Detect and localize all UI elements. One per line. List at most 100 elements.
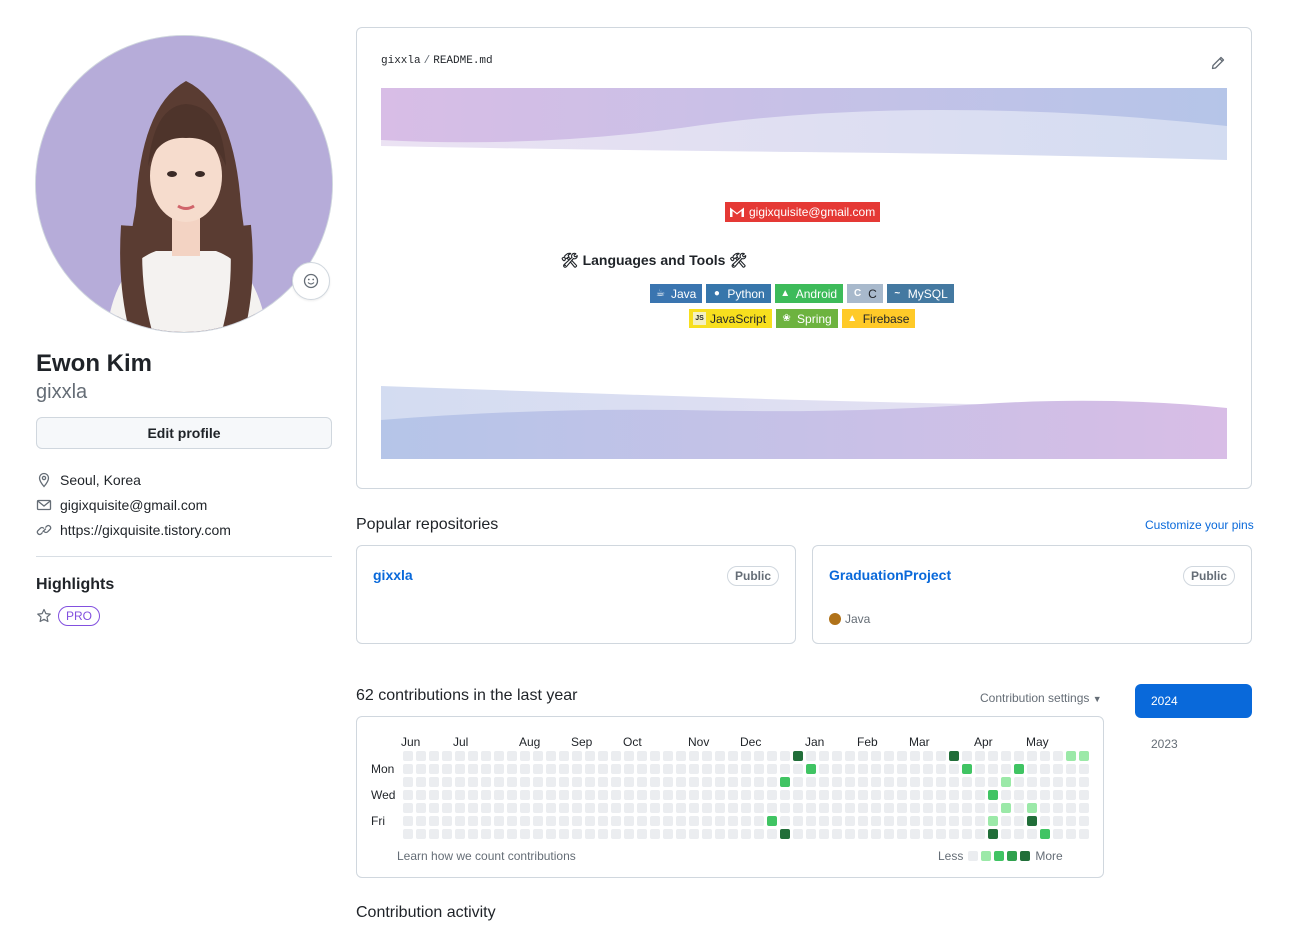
contribution-day-cell[interactable] bbox=[1040, 803, 1050, 813]
android-badge[interactable]: ▲ Android bbox=[774, 284, 844, 303]
contribution-day-cell[interactable] bbox=[858, 777, 868, 787]
contribution-day-cell[interactable] bbox=[728, 816, 738, 826]
contribution-day-cell[interactable] bbox=[845, 777, 855, 787]
contribution-day-cell[interactable] bbox=[832, 777, 842, 787]
contribution-day-cell[interactable] bbox=[975, 777, 985, 787]
contribution-day-cell[interactable] bbox=[806, 829, 816, 839]
contribution-day-cell[interactable] bbox=[533, 829, 543, 839]
contribution-day-cell[interactable] bbox=[494, 751, 504, 761]
profile-avatar[interactable] bbox=[35, 35, 333, 333]
contribution-day-cell[interactable] bbox=[819, 777, 829, 787]
contribution-day-cell[interactable] bbox=[1079, 816, 1089, 826]
contribution-day-cell[interactable] bbox=[728, 803, 738, 813]
contribution-day-cell[interactable] bbox=[806, 790, 816, 800]
contribution-day-cell[interactable] bbox=[494, 777, 504, 787]
contribution-day-cell[interactable] bbox=[949, 790, 959, 800]
contribution-day-cell[interactable] bbox=[676, 803, 686, 813]
contribution-day-cell[interactable] bbox=[468, 764, 478, 774]
contribution-day-cell[interactable] bbox=[1014, 790, 1024, 800]
contribution-day-cell[interactable] bbox=[520, 803, 530, 813]
contribution-day-cell[interactable] bbox=[975, 816, 985, 826]
contribution-day-cell[interactable] bbox=[871, 777, 881, 787]
contribution-day-cell[interactable] bbox=[910, 764, 920, 774]
contribution-day-cell[interactable] bbox=[1014, 816, 1024, 826]
contribution-day-cell[interactable] bbox=[806, 816, 816, 826]
contribution-day-cell[interactable] bbox=[455, 803, 465, 813]
contribution-day-cell[interactable] bbox=[884, 803, 894, 813]
contribution-day-cell[interactable] bbox=[403, 777, 413, 787]
contribution-day-cell[interactable] bbox=[494, 803, 504, 813]
contribution-day-cell[interactable] bbox=[650, 790, 660, 800]
contribution-day-cell[interactable] bbox=[767, 790, 777, 800]
contribution-day-cell[interactable] bbox=[481, 751, 491, 761]
contribution-day-cell[interactable] bbox=[962, 751, 972, 761]
contribution-day-cell[interactable] bbox=[572, 751, 582, 761]
contribution-day-cell[interactable] bbox=[598, 751, 608, 761]
contribution-day-cell[interactable] bbox=[767, 829, 777, 839]
contribution-day-cell[interactable] bbox=[949, 777, 959, 787]
contribution-day-cell[interactable] bbox=[650, 777, 660, 787]
contribution-day-cell[interactable] bbox=[598, 816, 608, 826]
contribution-day-cell[interactable] bbox=[533, 790, 543, 800]
contribution-day-cell[interactable] bbox=[832, 829, 842, 839]
email-link[interactable]: gigixquisite@gmail.com bbox=[60, 497, 207, 513]
contribution-day-cell[interactable] bbox=[455, 816, 465, 826]
contribution-day-cell[interactable] bbox=[585, 803, 595, 813]
contribution-day-cell[interactable] bbox=[702, 764, 712, 774]
contribution-day-cell[interactable] bbox=[624, 764, 634, 774]
contribution-day-cell[interactable] bbox=[1014, 764, 1024, 774]
contribution-day-cell[interactable] bbox=[585, 816, 595, 826]
contribution-day-cell[interactable] bbox=[689, 803, 699, 813]
contribution-day-cell[interactable] bbox=[481, 829, 491, 839]
contribution-day-cell[interactable] bbox=[871, 764, 881, 774]
contribution-day-cell[interactable] bbox=[1066, 816, 1076, 826]
contribution-day-cell[interactable] bbox=[572, 829, 582, 839]
contribution-day-cell[interactable] bbox=[936, 777, 946, 787]
contribution-day-cell[interactable] bbox=[533, 751, 543, 761]
contribution-day-cell[interactable] bbox=[689, 764, 699, 774]
contribution-day-cell[interactable] bbox=[819, 816, 829, 826]
contribution-day-cell[interactable] bbox=[442, 764, 452, 774]
contribution-day-cell[interactable] bbox=[1040, 829, 1050, 839]
contribution-day-cell[interactable] bbox=[728, 777, 738, 787]
contribution-day-cell[interactable] bbox=[871, 816, 881, 826]
contribution-day-cell[interactable] bbox=[403, 829, 413, 839]
contribution-day-cell[interactable] bbox=[494, 764, 504, 774]
contribution-day-cell[interactable] bbox=[988, 777, 998, 787]
contribution-day-cell[interactable] bbox=[481, 764, 491, 774]
contribution-day-cell[interactable] bbox=[975, 790, 985, 800]
contribution-day-cell[interactable] bbox=[702, 829, 712, 839]
contribution-day-cell[interactable] bbox=[884, 751, 894, 761]
contribution-day-cell[interactable] bbox=[728, 829, 738, 839]
contribution-day-cell[interactable] bbox=[1014, 777, 1024, 787]
contribution-day-cell[interactable] bbox=[845, 764, 855, 774]
contribution-day-cell[interactable] bbox=[767, 816, 777, 826]
contribution-day-cell[interactable] bbox=[910, 790, 920, 800]
contribution-day-cell[interactable] bbox=[923, 803, 933, 813]
contribution-day-cell[interactable] bbox=[1066, 829, 1076, 839]
contribution-day-cell[interactable] bbox=[780, 764, 790, 774]
contribution-day-cell[interactable] bbox=[715, 777, 725, 787]
contribution-day-cell[interactable] bbox=[1066, 777, 1076, 787]
contribution-day-cell[interactable] bbox=[910, 829, 920, 839]
spring-badge[interactable]: ❀ Spring bbox=[776, 309, 838, 328]
contribution-day-cell[interactable] bbox=[884, 764, 894, 774]
contribution-day-cell[interactable] bbox=[611, 829, 621, 839]
contribution-day-cell[interactable] bbox=[1001, 816, 1011, 826]
contribution-day-cell[interactable] bbox=[754, 777, 764, 787]
contribution-day-cell[interactable] bbox=[520, 829, 530, 839]
contribution-day-cell[interactable] bbox=[689, 829, 699, 839]
contribution-day-cell[interactable] bbox=[936, 790, 946, 800]
firebase-badge[interactable]: ▲ Firebase bbox=[841, 309, 916, 328]
contribution-day-cell[interactable] bbox=[559, 829, 569, 839]
contribution-day-cell[interactable] bbox=[442, 790, 452, 800]
contribution-day-cell[interactable] bbox=[949, 816, 959, 826]
contribution-day-cell[interactable] bbox=[468, 790, 478, 800]
contribution-day-cell[interactable] bbox=[897, 803, 907, 813]
contribution-day-cell[interactable] bbox=[923, 790, 933, 800]
contribution-day-cell[interactable] bbox=[1066, 751, 1076, 761]
contribution-day-cell[interactable] bbox=[507, 764, 517, 774]
contribution-day-cell[interactable] bbox=[1040, 764, 1050, 774]
contribution-day-cell[interactable] bbox=[715, 803, 725, 813]
contribution-day-cell[interactable] bbox=[1014, 751, 1024, 761]
